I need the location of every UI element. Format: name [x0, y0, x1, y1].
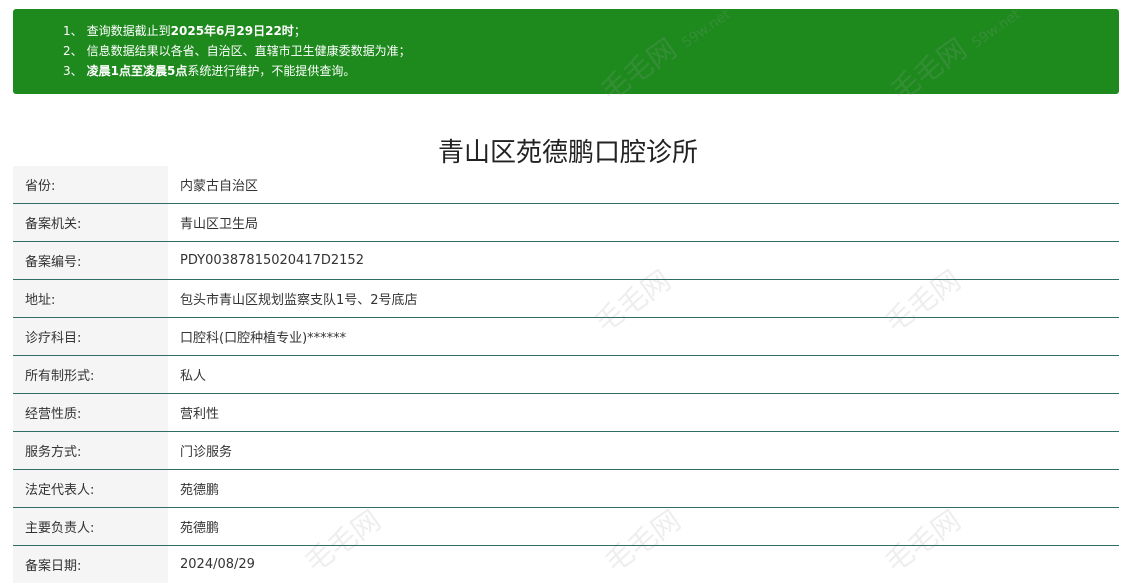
notice-line: 1、查询数据截止到2025年6月29日22时；	[63, 21, 1119, 41]
notice-banner: 1、查询数据截止到2025年6月29日22时； 2、信息数据结果以各省、自治区、…	[13, 9, 1119, 94]
table-row: 服务方式: 门诊服务	[13, 432, 1119, 470]
table-row: 主要负责人: 苑德鹏	[13, 508, 1119, 546]
notice-line-number: 2、	[63, 44, 83, 58]
row-label: 诊疗科目:	[13, 318, 168, 356]
table-row: 省份: 内蒙古自治区	[13, 166, 1119, 204]
notice-line-number: 1、	[63, 24, 83, 38]
notice-line-emphasis: 凌晨1点至凌晨5点	[87, 64, 188, 78]
table-row: 地址: 包头市青山区规划监察支队1号、2号底店	[13, 280, 1119, 318]
row-label: 省份:	[13, 166, 168, 204]
notice-line-tail: ；	[294, 24, 306, 38]
row-label: 备案日期:	[13, 546, 168, 583]
row-value: 2024/08/29	[168, 546, 1119, 583]
notice-line-emphasis: 2025年6月29日22时	[171, 24, 294, 38]
row-value: 苑德鹏	[168, 508, 1119, 546]
table-row: 经营性质: 营利性	[13, 394, 1119, 432]
table-row: 备案编号: PDY00387815020417D2152	[13, 242, 1119, 280]
notice-line: 2、信息数据结果以各省、自治区、直辖市卫生健康委数据为准；	[63, 41, 1119, 61]
row-label: 地址:	[13, 280, 168, 318]
row-value: 内蒙古自治区	[168, 166, 1119, 204]
row-label: 备案机关:	[13, 204, 168, 242]
row-value: 营利性	[168, 394, 1119, 432]
table-row: 所有制形式: 私人	[13, 356, 1119, 394]
notice-line-tail: 系统进行维护，不能提供查询。	[187, 64, 355, 78]
row-label: 备案编号:	[13, 242, 168, 280]
notice-line-number: 3、	[63, 64, 83, 78]
row-label: 经营性质:	[13, 394, 168, 432]
row-value: 口腔科(口腔种植专业)******	[168, 318, 1119, 356]
table-row: 诊疗科目: 口腔科(口腔种植专业)******	[13, 318, 1119, 356]
table-row: 备案机关: 青山区卫生局	[13, 204, 1119, 242]
row-label: 所有制形式:	[13, 356, 168, 394]
table-row: 法定代表人: 苑德鹏	[13, 470, 1119, 508]
table-row: 备案日期: 2024/08/29	[13, 546, 1119, 583]
clinic-info-table: 省份: 内蒙古自治区 备案机关: 青山区卫生局 备案编号: PDY0038781…	[13, 166, 1119, 583]
notice-line: 3、凌晨1点至凌晨5点系统进行维护，不能提供查询。	[63, 61, 1119, 81]
notice-line-text: 查询数据截止到	[87, 24, 171, 38]
row-value: 青山区卫生局	[168, 204, 1119, 242]
notice-line-text: 信息数据结果以各省、自治区、直辖市卫生健康委数据为准；	[87, 44, 411, 58]
row-value: 门诊服务	[168, 432, 1119, 470]
row-label: 服务方式:	[13, 432, 168, 470]
row-label: 法定代表人:	[13, 470, 168, 508]
row-value: 包头市青山区规划监察支队1号、2号底店	[168, 280, 1119, 318]
row-value: 苑德鹏	[168, 470, 1119, 508]
row-label: 主要负责人:	[13, 508, 168, 546]
row-value: PDY00387815020417D2152	[168, 242, 1119, 280]
row-value: 私人	[168, 356, 1119, 394]
